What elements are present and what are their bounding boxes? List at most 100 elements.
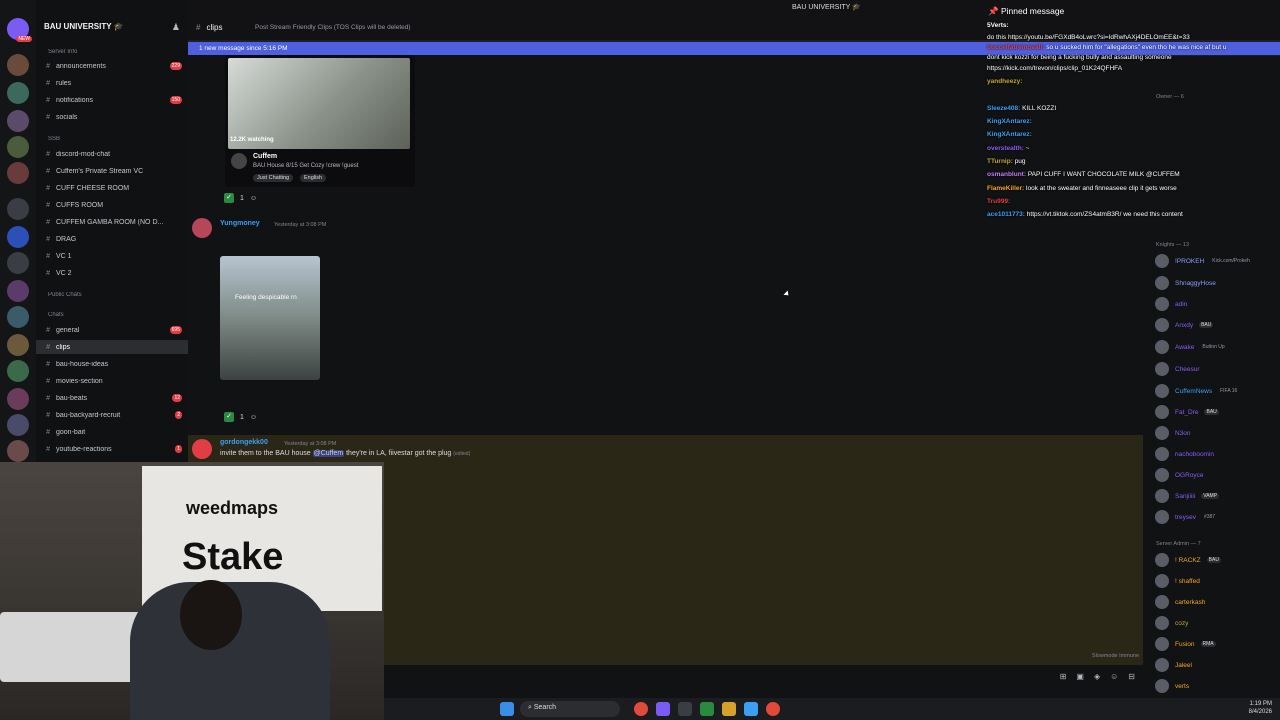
stream-tag[interactable]: Just Chatting bbox=[253, 174, 294, 182]
server-icon[interactable] bbox=[7, 110, 29, 132]
gif-icon[interactable]: ▣ bbox=[1076, 672, 1084, 681]
chat-username[interactable]: overstealth: bbox=[987, 145, 1024, 152]
avatar[interactable] bbox=[192, 439, 212, 459]
avatar[interactable] bbox=[192, 218, 212, 238]
member-item[interactable]: nachoboomin bbox=[1155, 445, 1279, 463]
member-item[interactable]: Fusion RMA bbox=[1155, 635, 1279, 653]
emoji-icon[interactable]: ☺ bbox=[1110, 672, 1118, 681]
member-item[interactable]: Anxdy BAU bbox=[1155, 316, 1279, 334]
member-item[interactable]: Awake Button Up bbox=[1155, 338, 1279, 356]
member-item[interactable]: Jaleel bbox=[1155, 656, 1279, 674]
add-reaction-icon[interactable]: ☺ bbox=[250, 195, 257, 202]
chat-username[interactable]: ace1011773: bbox=[987, 211, 1025, 218]
channel-item[interactable]: # announcements 229 bbox=[36, 59, 188, 73]
channel-item[interactable]: # discord-mod-chat bbox=[36, 147, 188, 161]
member-item[interactable]: treysev #387 bbox=[1155, 508, 1279, 526]
channel-item[interactable]: # bau-beats 12 bbox=[36, 391, 188, 405]
chrome-icon[interactable] bbox=[766, 702, 780, 716]
member-item[interactable]: cozy bbox=[1155, 614, 1279, 632]
gift-icon[interactable]: ⊞ bbox=[1060, 672, 1067, 681]
taskbar-search[interactable]: ⌕ Search bbox=[520, 701, 620, 717]
member-item[interactable]: ! RACKZ BAU bbox=[1155, 551, 1279, 569]
username[interactable]: Yungmoney bbox=[220, 220, 260, 227]
member-item[interactable]: adin bbox=[1155, 295, 1279, 313]
start-icon[interactable] bbox=[500, 702, 514, 716]
chat-username[interactable]: KingXAntarez: bbox=[987, 118, 1032, 125]
stream-tag[interactable]: English bbox=[300, 174, 327, 182]
channel-item[interactable]: # socials bbox=[36, 110, 188, 124]
checkmark-icon[interactable]: ✓ bbox=[224, 193, 234, 203]
channel-item[interactable]: # goon-bait bbox=[36, 425, 188, 439]
chat-username[interactable]: Tru999: bbox=[987, 198, 1010, 205]
channel-category[interactable]: Chats bbox=[36, 308, 188, 322]
username[interactable]: gordongekk00 bbox=[220, 439, 268, 446]
server-icon[interactable] bbox=[7, 334, 29, 356]
member-item[interactable]: Sanjiiiii VAMP bbox=[1155, 487, 1279, 505]
channel-item[interactable]: # notifications 150 bbox=[36, 93, 188, 107]
streamer-name[interactable]: Cuffem bbox=[253, 153, 277, 160]
channel-item[interactable]: # CUFFEM GAMBA ROOM (NO D... bbox=[36, 215, 188, 229]
add-friend-icon[interactable]: ♟ bbox=[172, 22, 180, 33]
chat-username[interactable]: KingXAntarez: bbox=[987, 131, 1032, 138]
channel-item[interactable]: # bau-house-ideas bbox=[36, 357, 188, 371]
checkmark-icon[interactable]: ✓ bbox=[224, 412, 234, 422]
chat-username[interactable]: osmanblunt: bbox=[987, 171, 1026, 178]
stream-embed[interactable]: 12.2K watching Cuffem BAU House 8/15 Get… bbox=[225, 55, 415, 187]
member-item[interactable]: ShnaggyHose bbox=[1155, 274, 1279, 292]
chat-username[interactable]: Sleeze408: bbox=[987, 105, 1020, 112]
server-icon[interactable] bbox=[7, 388, 29, 410]
server-icon[interactable] bbox=[7, 306, 29, 328]
apps-icon[interactable]: ⊟ bbox=[1128, 672, 1135, 681]
video-attachment[interactable]: Feeling despicable rn bbox=[220, 256, 320, 380]
member-item[interactable]: OGRoyce bbox=[1155, 466, 1279, 484]
member-item[interactable]: carterkash bbox=[1155, 593, 1279, 611]
channel-item[interactable]: # VC 1 bbox=[36, 249, 188, 263]
channel-category[interactable]: SSB bbox=[36, 132, 188, 146]
channel-item[interactable]: # CUFF CHEESE ROOM bbox=[36, 181, 188, 195]
chrome-icon[interactable] bbox=[634, 702, 648, 716]
channel-item[interactable]: # VC 2 bbox=[36, 266, 188, 280]
app-icon[interactable] bbox=[744, 702, 758, 716]
server-icon[interactable] bbox=[7, 54, 29, 76]
member-item[interactable]: Fat_Dre BAU bbox=[1155, 403, 1279, 421]
channel-item[interactable]: # clips bbox=[36, 340, 188, 354]
server-icon[interactable] bbox=[7, 414, 29, 436]
channel-item[interactable]: # CUFFS ROOM bbox=[36, 198, 188, 212]
folder-icon[interactable] bbox=[722, 702, 736, 716]
server-icon[interactable]: NEW bbox=[7, 18, 32, 42]
server-icon[interactable] bbox=[7, 280, 29, 302]
member-item[interactable]: ! shaffed bbox=[1155, 572, 1279, 590]
channel-category[interactable]: Server Info bbox=[36, 45, 188, 59]
user-mention[interactable]: @Cuffem bbox=[312, 450, 345, 457]
stream-thumbnail[interactable] bbox=[228, 58, 410, 149]
member-item[interactable]: !PROKEH Kick.com/Prokeh bbox=[1155, 252, 1279, 270]
chat-username[interactable]: yandheezy: bbox=[987, 78, 1022, 85]
member-item[interactable]: CuffemNews FIFA 16 bbox=[1155, 382, 1279, 400]
chat-username[interactable]: 5Verts: bbox=[987, 22, 1009, 29]
channel-item[interactable]: # Cuffem's Private Stream VC bbox=[36, 164, 188, 178]
server-icon[interactable] bbox=[7, 162, 29, 184]
server-icon[interactable] bbox=[7, 440, 29, 462]
channel-item[interactable]: # youtube-reactions 1 bbox=[36, 442, 188, 456]
add-reaction-icon[interactable]: ☺ bbox=[250, 414, 257, 421]
server-icon[interactable] bbox=[7, 136, 29, 158]
app-icon[interactable] bbox=[678, 702, 692, 716]
member-item[interactable]: Cheesur bbox=[1155, 360, 1279, 378]
channel-category[interactable]: Public Chats bbox=[36, 288, 188, 302]
server-icon[interactable] bbox=[7, 252, 29, 274]
chat-username[interactable]: TTurnip: bbox=[987, 158, 1013, 165]
app-icon[interactable] bbox=[656, 702, 670, 716]
chat-username[interactable]: FlameKiller: bbox=[987, 185, 1024, 192]
channel-item[interactable]: # movies-section bbox=[36, 374, 188, 388]
sticker-icon[interactable]: ◈ bbox=[1094, 672, 1100, 681]
member-item[interactable]: verts bbox=[1155, 677, 1279, 695]
server-icon[interactable] bbox=[7, 226, 29, 248]
channel-item[interactable]: # bau-backyard-recruit 2 bbox=[36, 408, 188, 422]
chat-username[interactable]: buccelfatremovall: bbox=[987, 44, 1044, 51]
channel-item[interactable]: # general 695 bbox=[36, 323, 188, 337]
app-icon[interactable] bbox=[700, 702, 714, 716]
server-name[interactable]: BAU UNIVERSITY 🎓 bbox=[44, 22, 124, 31]
channel-item[interactable]: # rules bbox=[36, 76, 188, 90]
server-icon[interactable] bbox=[7, 360, 29, 382]
channel-item[interactable]: # DRAG bbox=[36, 232, 188, 246]
